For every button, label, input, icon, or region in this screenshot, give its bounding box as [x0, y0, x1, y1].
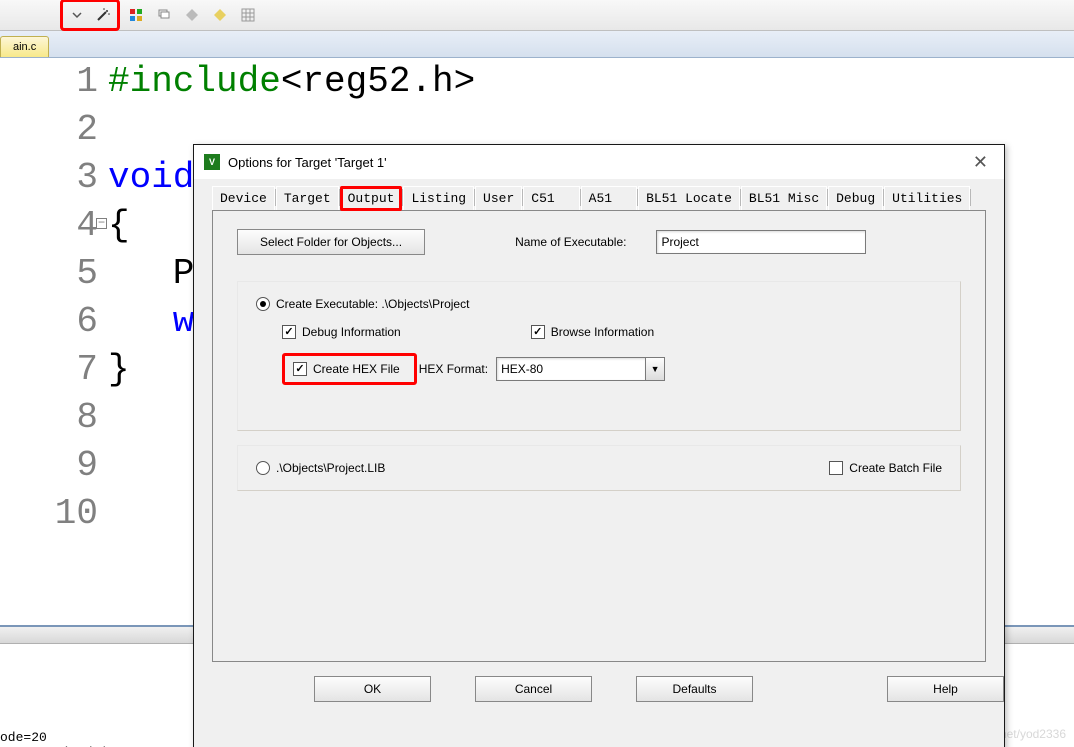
- checkbox-create-batch[interactable]: Create Batch File: [829, 461, 942, 475]
- help-button[interactable]: Help: [887, 676, 1004, 702]
- file-tab-bar: ain.c: [0, 31, 1074, 58]
- highlighted-create-hex: Create HEX File: [282, 353, 417, 385]
- dialog-app-icon: V: [204, 154, 220, 170]
- checkbox-icon[interactable]: [531, 325, 545, 339]
- defaults-button[interactable]: Defaults: [636, 676, 753, 702]
- hex-format-label: HEX Format:: [419, 362, 488, 376]
- name-of-executable-label: Name of Executable:: [515, 235, 626, 249]
- checkbox-create-hex[interactable]: Create HEX File: [293, 362, 400, 376]
- diamond-grey-icon[interactable]: [180, 3, 204, 27]
- tab-bl51-misc[interactable]: BL51 Misc: [741, 186, 827, 211]
- dialog-tabstrip: Device Target Output Listing User C51 A5…: [194, 179, 1004, 210]
- magic-wand-icon[interactable]: [91, 3, 115, 27]
- tab-c51[interactable]: C51: [523, 186, 579, 211]
- radio-create-lib[interactable]: .\Objects\Project.LIB: [256, 461, 385, 475]
- tab-listing[interactable]: Listing: [403, 186, 474, 211]
- close-icon[interactable]: ✕: [967, 150, 994, 175]
- highlighted-toolbar-buttons: [60, 0, 120, 31]
- tab-device[interactable]: Device: [212, 186, 275, 211]
- chevron-down-icon[interactable]: ▼: [645, 357, 665, 381]
- hex-format-value[interactable]: [496, 357, 645, 381]
- checkbox-browse-info[interactable]: Browse Information: [531, 325, 654, 339]
- dropdown-icon[interactable]: [65, 3, 89, 27]
- diamond-yellow-icon[interactable]: [208, 3, 232, 27]
- select-folder-button[interactable]: Select Folder for Objects...: [237, 229, 425, 255]
- tab-utilities[interactable]: Utilities: [884, 186, 970, 211]
- tab-output[interactable]: Output: [340, 186, 403, 211]
- create-executable-group: Create Executable: .\Objects\Project Deb…: [237, 281, 961, 431]
- dialog-button-row: OK Cancel Defaults Help: [194, 674, 1004, 716]
- checkbox-icon[interactable]: [293, 362, 307, 376]
- line-number-gutter: 12345678910: [0, 58, 108, 598]
- options-dialog: V Options for Target 'Target 1' ✕ Device…: [193, 144, 1005, 747]
- color-blocks-icon[interactable]: [124, 3, 148, 27]
- top-toolbar: [0, 0, 1074, 31]
- checkbox-debug-info[interactable]: Debug Information: [282, 325, 401, 339]
- dialog-title: Options for Target 'Target 1': [228, 155, 387, 170]
- tab-debug[interactable]: Debug: [828, 186, 883, 211]
- dialog-titlebar: V Options for Target 'Target 1' ✕: [194, 145, 1004, 179]
- hex-format-combo[interactable]: ▼: [496, 357, 665, 381]
- file-tab-main-c[interactable]: ain.c: [0, 36, 49, 57]
- tab-user[interactable]: User: [475, 186, 522, 211]
- radio-icon[interactable]: [256, 297, 270, 311]
- radio-create-executable[interactable]: Create Executable: .\Objects\Project: [256, 297, 469, 311]
- create-lib-group: .\Objects\Project.LIB Create Batch File: [237, 445, 961, 491]
- checkbox-icon[interactable]: [829, 461, 843, 475]
- tab-bl51-locate[interactable]: BL51 Locate: [638, 186, 740, 211]
- dialog-body: Select Folder for Objects... Name of Exe…: [212, 210, 986, 662]
- checkbox-icon[interactable]: [282, 325, 296, 339]
- tab-a51[interactable]: A51: [581, 186, 637, 211]
- cancel-button[interactable]: Cancel: [475, 676, 592, 702]
- tab-target[interactable]: Target: [276, 186, 339, 211]
- radio-icon[interactable]: [256, 461, 270, 475]
- grid-icon[interactable]: [236, 3, 260, 27]
- stack-icon[interactable]: [152, 3, 176, 27]
- fold-toggle-icon[interactable]: −: [96, 218, 107, 229]
- name-of-executable-input[interactable]: [656, 230, 866, 254]
- ok-button[interactable]: OK: [314, 676, 431, 702]
